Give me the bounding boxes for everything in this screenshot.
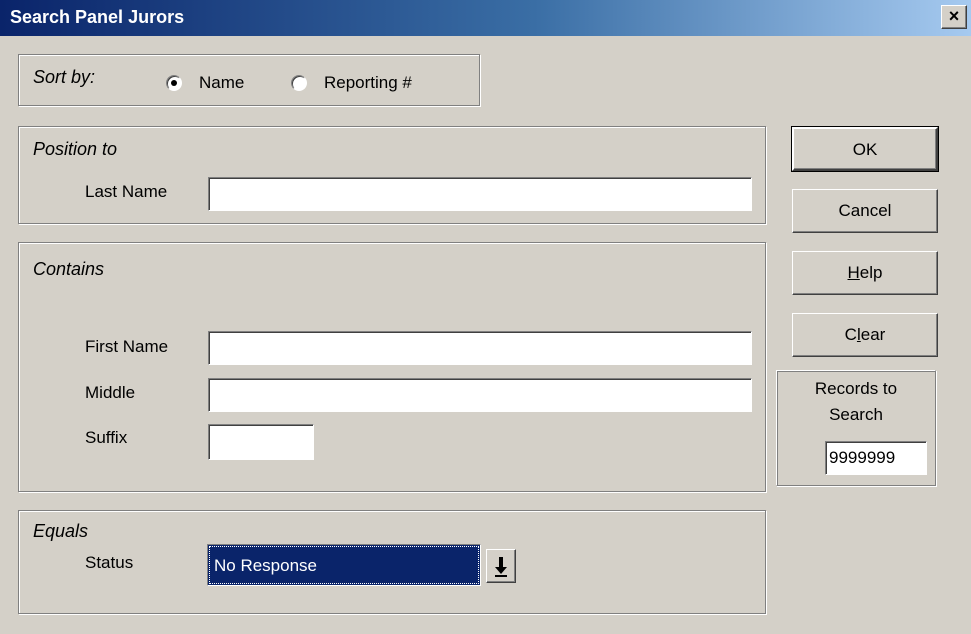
status-dropdown[interactable]: No Response <box>207 544 523 586</box>
contains-title: Contains <box>33 259 105 279</box>
status-selected-value[interactable]: No Response <box>207 544 481 586</box>
sort-name-radio[interactable] <box>166 75 182 91</box>
ok-button[interactable]: OK <box>791 126 939 172</box>
position-to-title: Position to <box>33 139 118 159</box>
close-button[interactable]: × <box>941 5 967 29</box>
records-value: 9999999 <box>829 448 896 467</box>
close-icon: × <box>948 6 960 26</box>
sort-name-label[interactable]: Name <box>199 73 244 93</box>
sort-reporting-radio[interactable] <box>291 75 307 91</box>
records-to-search-group: Records to Search 9999999 <box>776 370 936 486</box>
cancel-label: Cancel <box>838 201 892 220</box>
suffix-input[interactable] <box>208 424 314 460</box>
last-name-input[interactable] <box>208 177 752 211</box>
sort-reporting-label[interactable]: Reporting # <box>324 73 412 93</box>
down-arrow-icon <box>495 557 507 577</box>
help-mnemonic: H <box>847 263 860 282</box>
suffix-label: Suffix <box>85 428 128 447</box>
clear-button[interactable]: Clear <box>792 313 938 357</box>
help-label-rest: elp <box>859 263 883 282</box>
equals-title: Equals <box>33 521 89 541</box>
radio-selected-dot <box>171 80 177 86</box>
cancel-button[interactable]: Cancel <box>792 189 938 233</box>
records-label-line1: Records to <box>814 379 898 398</box>
status-dropdown-button[interactable] <box>486 549 516 583</box>
records-label-line2: Search <box>829 405 883 424</box>
clear-label-rest: ear <box>860 325 886 344</box>
contains-group: Contains First Name Middle Suffix <box>18 242 766 492</box>
middle-label: Middle <box>85 383 136 402</box>
focus-rect <box>209 546 479 584</box>
ok-label: OK <box>852 140 878 159</box>
title-bar: Search Panel Jurors × <box>0 0 971 36</box>
status-label: Status <box>85 553 134 572</box>
first-name-input[interactable] <box>208 331 752 365</box>
help-button[interactable]: Help <box>792 251 938 295</box>
clear-label-pre: C <box>844 325 857 344</box>
sort-by-group: Sort by: Name Reporting # <box>18 54 480 106</box>
last-name-label: Last Name <box>85 182 168 201</box>
window-title: Search Panel Jurors <box>10 7 185 27</box>
position-to-group: Position to Last Name <box>18 126 766 224</box>
sort-by-label: Sort by: <box>33 67 96 87</box>
middle-name-input[interactable] <box>208 378 752 412</box>
records-to-search-input[interactable]: 9999999 <box>825 441 927 475</box>
first-name-label: First Name <box>85 337 169 356</box>
